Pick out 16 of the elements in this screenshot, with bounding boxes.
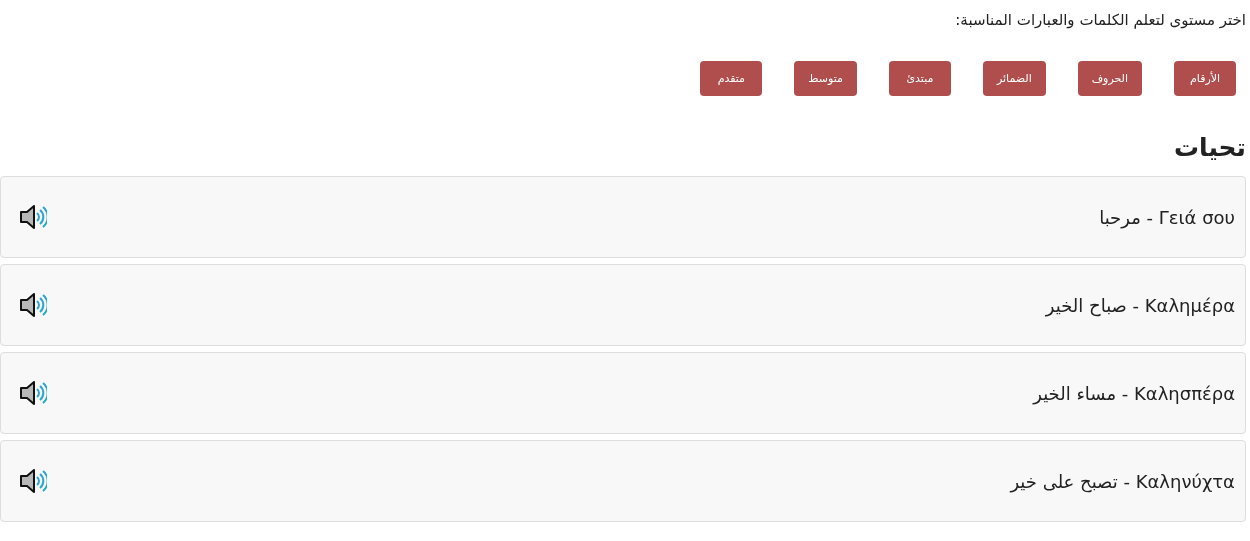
level-button[interactable]: متوسط	[794, 61, 857, 96]
level-button[interactable]: الأرقام	[1174, 61, 1236, 96]
phrase-text: Καλημέρα - صباح الخير	[1045, 294, 1235, 316]
level-button[interactable]: الحروف	[1077, 61, 1142, 96]
speaker-icon[interactable]	[19, 380, 47, 406]
speaker-icon[interactable]	[19, 468, 47, 494]
level-button[interactable]: متقدم	[700, 61, 763, 96]
phrase-text: Καλησπέρα - مساء الخير	[1033, 382, 1235, 404]
speaker-icon[interactable]	[19, 292, 47, 318]
phrase-text: Καληνύχτα - تصبح على خير	[1010, 470, 1235, 492]
speaker-icon[interactable]	[19, 204, 47, 230]
section-title: تحيات	[1172, 134, 1246, 162]
level-button[interactable]: الضمائر	[982, 61, 1046, 96]
level-button[interactable]: مبتدئ	[888, 61, 951, 96]
phrase-text: Γειά σου - مرحبا	[1099, 206, 1235, 228]
intro-text: اختر مستوى لتعلم الكلمات والعبارات المناسبة:	[954, 10, 1246, 30]
